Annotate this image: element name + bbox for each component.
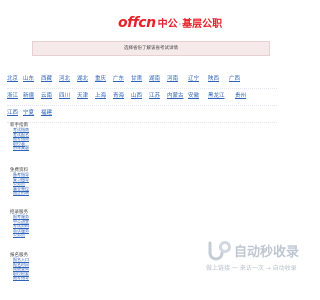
logo-offcn-text: offcn	[118, 15, 156, 31]
province-link-tianjin[interactable]: 天津	[77, 91, 88, 99]
province-link-fujian[interactable]: 福建	[41, 108, 52, 116]
province-link-ningxia[interactable]: 宁夏	[23, 108, 34, 116]
sidebar-link[interactable]: 国企招聘	[13, 190, 29, 196]
watermark: 自动秒收录 做上链接 一 来访一次 → 自动收录	[206, 240, 300, 280]
province-link-liaoning[interactable]: 辽宁	[188, 74, 199, 82]
watermark-text: 自动秒收录	[234, 245, 300, 260]
logo-subtitle: 基层公职	[182, 19, 223, 30]
province-link-xinjiang[interactable]: 新疆	[23, 91, 34, 99]
watermark-logo-icon	[208, 241, 231, 261]
province-link-gansu[interactable]: 甘肃	[131, 74, 142, 82]
province-link-guizhou[interactable]: 贵州	[235, 91, 246, 99]
province-link-heilongjiang[interactable]: 黑龙江	[208, 91, 225, 99]
province-link-beijing[interactable]: 北京	[7, 74, 18, 82]
province-link-qinghai[interactable]: 青海	[113, 91, 124, 99]
province-link-jiangsu[interactable]: 江苏	[149, 91, 160, 99]
province-link-guangxi[interactable]: 广西	[229, 74, 240, 82]
province-link-chongqing[interactable]: 重庆	[95, 74, 106, 82]
site-logo[interactable]: offcn 中公·基层公职	[118, 12, 223, 31]
province-link-shanghai[interactable]: 上海	[95, 91, 106, 99]
province-link-zhejiang[interactable]: 浙江	[7, 91, 18, 99]
province-row: 北京 山东 西藏 河北 湖北 重庆 广东 甘肃 湖南 河南 辽宁 陕西 广西	[7, 72, 277, 89]
province-grid: 北京 山东 西藏 河北 湖北 重庆 广东 甘肃 湖南 河南 辽宁 陕西 广西 浙…	[7, 72, 277, 123]
province-link-henan[interactable]: 河南	[167, 74, 178, 82]
banner-text: 选择省份了解该省考试详情	[124, 46, 178, 51]
sidebar-link[interactable]: 历年真题	[13, 145, 29, 151]
province-link-shanxi[interactable]: 山西	[131, 91, 142, 99]
province-link-hubei[interactable]: 湖北	[77, 74, 88, 82]
province-link-guangdong[interactable]: 广东	[113, 74, 124, 82]
logo-separator: ·	[178, 20, 182, 29]
province-link-anhui[interactable]: 安徽	[188, 91, 199, 99]
province-link-jiangxi[interactable]: 江西	[7, 108, 18, 116]
province-link-hebei[interactable]: 河北	[59, 74, 70, 82]
province-link-hunan[interactable]: 湖南	[149, 74, 160, 82]
province-link-sichuan[interactable]: 四川	[59, 91, 70, 99]
province-link-yunnan[interactable]: 云南	[41, 91, 52, 99]
sidebar-group: 报名服务 报名入口 报名时间 成绩查询 职位检索 报考指导	[10, 253, 29, 281]
province-row: 浙江 新疆 云南 四川 天津 上海 青海 山西 江苏 内蒙古 安徽 黑龙江 贵州	[7, 89, 277, 106]
province-link-neimenggu[interactable]: 内蒙古	[167, 91, 184, 99]
province-link-shaanxi[interactable]: 陕西	[208, 74, 219, 82]
sidebar-link[interactable]: 报考指导	[13, 275, 29, 281]
sidebar-group: 招录服务 报考服务 中公讲堂 考试资料 面试服务 公务员	[10, 210, 29, 238]
sidebar-group: 免费资料 备考指导 复习指导 公务员 事业单位 国企招聘	[10, 168, 29, 196]
logo-brand-text: 中公	[157, 19, 178, 30]
sidebar-link[interactable]: 公务员	[13, 232, 29, 238]
province-link-xizang[interactable]: 西藏	[41, 74, 52, 82]
province-select-banner: 选择省份了解该省考试详情	[32, 41, 270, 56]
sidebar-group: 新手指南 考试指南 考试报名 报考指南 职位表 历年真题	[10, 123, 29, 151]
province-row: 江西 宁夏 福建	[7, 106, 277, 123]
province-link-shandong[interactable]: 山东	[23, 74, 34, 82]
watermark-subtext: 做上链接 一 来访一次 → 自动收录	[206, 265, 297, 272]
